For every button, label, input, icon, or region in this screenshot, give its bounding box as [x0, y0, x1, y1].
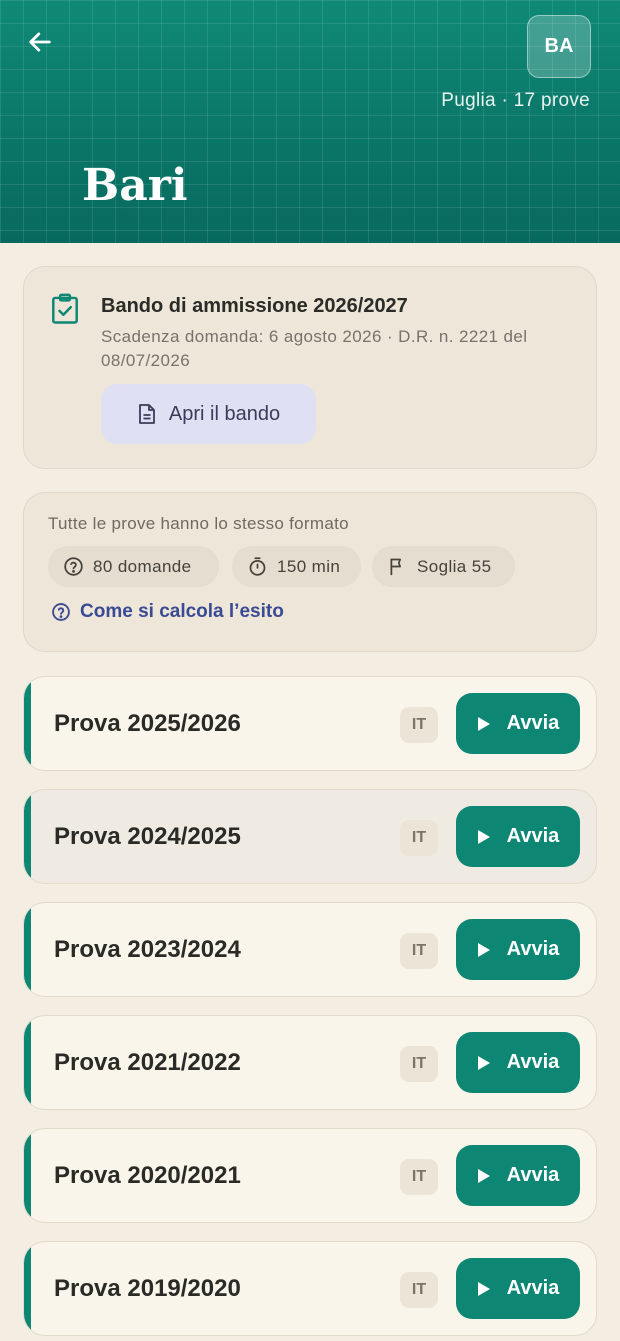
accent-bar — [24, 903, 31, 996]
timer-icon — [249, 557, 266, 576]
start-label: Avvia — [506, 712, 560, 734]
prova-title: Prova 2021/2022 — [54, 1049, 241, 1076]
accent-bar — [24, 790, 31, 883]
start-button[interactable]: Avvia — [456, 919, 580, 980]
prova-title: Prova 2025/2026 — [54, 710, 241, 737]
region-info: Puglia · 17 prove — [441, 90, 590, 111]
question-circle-icon — [64, 557, 83, 576]
threshold-chip: Soglia 55 — [372, 546, 515, 587]
document-icon — [139, 404, 155, 424]
back-button[interactable] — [22, 24, 58, 60]
outcome-info-label: Come si calcola l’esito — [80, 601, 284, 622]
outcome-info-link[interactable]: Come si calcola l’esito — [51, 601, 284, 623]
page-title: Bari — [82, 160, 188, 211]
prova-item[interactable]: Prova 2021/2022 IT Avvia — [23, 1015, 597, 1110]
start-button[interactable]: Avvia — [456, 693, 580, 754]
start-button[interactable]: Avvia — [456, 1032, 580, 1093]
open-bando-button[interactable]: Apri il bando — [101, 384, 316, 444]
start-button[interactable]: Avvia — [456, 1145, 580, 1206]
prova-title: Prova 2020/2021 — [54, 1162, 241, 1189]
accent-bar — [24, 1242, 31, 1335]
bando-card: Bando di ammissione 2026/2027 Scadenza d… — [23, 266, 597, 469]
prova-item[interactable]: Prova 2020/2021 IT Avvia — [23, 1128, 597, 1223]
bando-title: Bando di ammissione 2026/2027 — [101, 295, 408, 317]
language-badge: IT — [400, 1272, 438, 1308]
question-circle-icon — [52, 603, 70, 621]
accent-bar — [24, 1016, 31, 1109]
accent-bar — [24, 1129, 31, 1222]
language-badge: IT — [400, 1046, 438, 1082]
play-icon — [477, 829, 490, 844]
language-badge: IT — [400, 1159, 438, 1195]
arrow-left-icon — [29, 32, 51, 52]
accent-bar — [24, 677, 31, 770]
flag-icon — [390, 558, 401, 576]
start-button[interactable]: Avvia — [456, 806, 580, 867]
prova-title: Prova 2023/2024 — [54, 936, 241, 963]
start-button[interactable]: Avvia — [456, 1258, 580, 1319]
language-badge: IT — [400, 707, 438, 743]
format-title: Tutte le prove hanno lo stesso formato — [48, 514, 349, 533]
bando-deadline: Scadenza domanda: 6 agosto 2026 — [101, 327, 382, 346]
bando-details: Scadenza domanda: 6 agosto 2026 · D.R. n… — [101, 327, 528, 370]
start-label: Avvia — [506, 1051, 560, 1073]
prova-title: Prova 2019/2020 — [54, 1275, 241, 1302]
play-icon — [477, 1281, 490, 1296]
prova-item[interactable]: Prova 2024/2025 IT Avvia — [23, 789, 597, 884]
prova-item[interactable]: Prova 2025/2026 IT Avvia — [23, 676, 597, 771]
start-label: Avvia — [506, 938, 560, 960]
play-icon — [477, 1055, 490, 1070]
play-icon — [477, 1168, 490, 1183]
language-badge: IT — [400, 820, 438, 856]
threshold-value: Soglia 55 — [417, 556, 492, 576]
start-label: Avvia — [506, 1164, 560, 1186]
duration-value: 150 min — [277, 556, 341, 576]
duration-chip: 150 min — [232, 546, 361, 587]
prova-item[interactable]: Prova 2019/2020 IT Avvia — [23, 1241, 597, 1336]
city-header: BA Puglia · 17 prove Bari — [0, 0, 620, 243]
prova-item[interactable]: Prova 2023/2024 IT Avvia — [23, 902, 597, 997]
play-icon — [477, 716, 490, 731]
language-badge: IT — [400, 933, 438, 969]
prova-title: Prova 2024/2025 — [54, 823, 241, 850]
open-bando-label: Apri il bando — [168, 402, 281, 425]
city-avatar[interactable]: BA — [527, 15, 591, 78]
questions-count: 80 domande — [93, 556, 192, 576]
clipboard-check-icon — [50, 293, 80, 330]
questions-chip: 80 domande — [48, 546, 219, 587]
start-label: Avvia — [506, 825, 560, 847]
play-icon — [477, 942, 490, 957]
format-card: Tutte le prove hanno lo stesso formato 8… — [23, 492, 597, 652]
start-label: Avvia — [506, 1277, 560, 1299]
